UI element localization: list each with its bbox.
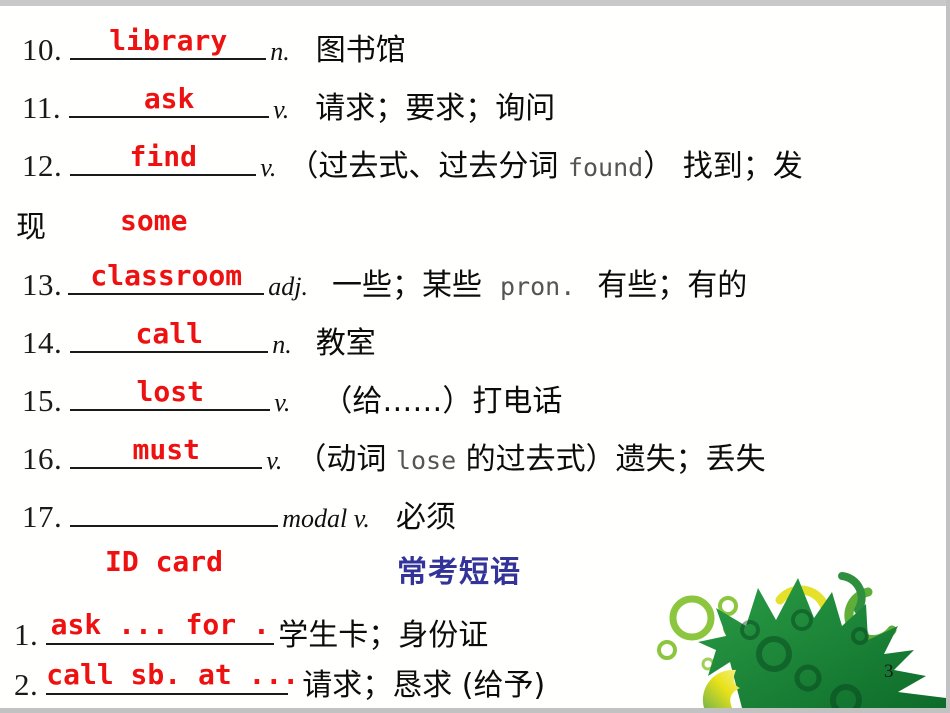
answer-blank[interactable]: lost bbox=[70, 375, 271, 411]
part-of-speech: v. bbox=[260, 153, 277, 182]
vocab-number: 17. bbox=[22, 499, 63, 534]
chinese-meaning: （给……）打电话 bbox=[322, 384, 563, 419]
vocab-entry-10: 10. library n. 图书馆 bbox=[22, 24, 406, 69]
part-of-speech: v. bbox=[273, 95, 290, 124]
chinese-meaning: 请求；恳求 (给予) bbox=[302, 668, 546, 703]
part-of-speech: modal v. bbox=[282, 504, 370, 533]
floating-answer-some: some bbox=[120, 204, 188, 237]
chinese-meaning-wrap: 现 bbox=[16, 210, 46, 245]
maple-leaf-decoration bbox=[657, 572, 946, 708]
answer-text: find bbox=[129, 140, 197, 173]
vocab-number: 11. bbox=[22, 90, 62, 125]
floating-answer-id-card: ID card bbox=[105, 545, 224, 578]
vocab-entry-13: 13. classroom adj. 一些；某些 pron. 有些；有的 bbox=[22, 259, 747, 304]
answer-blank[interactable]: must bbox=[70, 433, 263, 469]
part-of-speech: v. bbox=[266, 446, 283, 475]
slide-canvas: 10. library n. 图书馆 11. ask v. 请求；要求；询问 1… bbox=[0, 6, 946, 708]
accent-rings-icon bbox=[775, 572, 897, 647]
vocab-number: 16. bbox=[22, 441, 63, 476]
chinese-meaning: 图书馆 bbox=[315, 33, 406, 68]
chinese-meaning-pre: （动词 bbox=[296, 442, 396, 477]
answer-text: ask ... for . bbox=[50, 608, 270, 641]
answer-text: must bbox=[132, 433, 200, 466]
part-of-speech: n. bbox=[272, 330, 292, 359]
vocab-entry-17: 17. modal v. 必须 bbox=[22, 491, 456, 536]
answer-blank[interactable] bbox=[70, 491, 279, 527]
chinese-meaning: 学生卡；身份证 bbox=[278, 618, 489, 653]
chinese-meaning: 教室 bbox=[315, 326, 376, 361]
answer-text: call bbox=[135, 317, 203, 350]
answer-text: classroom bbox=[90, 259, 243, 292]
answer-text: call sb. at ... bbox=[46, 658, 300, 691]
chinese-meaning-pre: （过去式、过去分词 bbox=[288, 149, 568, 184]
leaf-surface-rings-icon bbox=[740, 609, 869, 708]
part-of-speech-2: pron. bbox=[499, 272, 576, 301]
part-of-speech: n. bbox=[270, 37, 290, 66]
answer-blank[interactable]: library bbox=[70, 24, 267, 60]
chinese-meaning: 必须 bbox=[395, 500, 456, 535]
answer-blank[interactable]: ask ... for . bbox=[46, 607, 275, 645]
english-inline-word: found bbox=[567, 153, 644, 182]
answer-blank[interactable]: classroom bbox=[68, 259, 265, 295]
english-inline-word: lose bbox=[395, 446, 457, 475]
phrase-number: 2. bbox=[14, 667, 39, 702]
chinese-meaning: 一些；某些 bbox=[331, 268, 482, 303]
answer-blank[interactable]: call sb. at ... bbox=[46, 657, 300, 695]
answer-text: library bbox=[109, 24, 228, 57]
vocab-entry-14: 14. call n. 教室 bbox=[22, 317, 376, 362]
presentation-slide: 10. library n. 图书馆 11. ask v. 请求；要求；询问 1… bbox=[0, 0, 950, 713]
chinese-meaning-2: 有些；有的 bbox=[597, 268, 748, 303]
vocab-number: 15. bbox=[22, 383, 63, 418]
section-heading-common-phrases: 常考短语 bbox=[397, 555, 521, 590]
vocab-entry-12: 12. find v. （过去式、过去分词 found） 找到；发 bbox=[22, 140, 803, 185]
answer-blank[interactable]: find bbox=[70, 140, 257, 176]
vocab-entry-11: 11. ask v. 请求；要求；询问 bbox=[22, 82, 555, 127]
answer-text: lost bbox=[136, 375, 204, 408]
vocab-number: 14. bbox=[22, 325, 63, 360]
slide-bottom-border bbox=[0, 708, 950, 713]
phrase-entry-2: 2. call sb. at ... 请求；恳求 (给予) bbox=[14, 657, 545, 704]
part-of-speech: adj. bbox=[268, 272, 308, 301]
leaf-highlight-icon bbox=[702, 669, 740, 708]
vocab-number: 12. bbox=[22, 148, 63, 183]
bubble-rings-icon bbox=[657, 595, 741, 671]
answer-text: ask bbox=[143, 82, 195, 115]
vocab-number: 10. bbox=[22, 32, 63, 67]
answer-blank[interactable]: call bbox=[70, 317, 269, 353]
chinese-meaning: 请求；要求；询问 bbox=[315, 91, 556, 126]
phrase-number: 1. bbox=[14, 617, 39, 652]
vocab-entry-15: 15. lost v. （给……）打电话 bbox=[22, 375, 562, 420]
answer-blank[interactable]: ask bbox=[69, 82, 270, 118]
phrase-entry-1: 1. ask ... for . 学生卡；身份证 bbox=[14, 607, 488, 654]
vocab-entry-16: 16. must v. （动词 lose 的过去式）遗失；丢失 bbox=[22, 433, 766, 478]
slide-right-border bbox=[946, 0, 950, 713]
vocab-number: 13. bbox=[22, 267, 63, 302]
chinese-meaning-post: 的过去式）遗失；丢失 bbox=[456, 442, 766, 477]
chinese-meaning-post: ） 找到；发 bbox=[643, 149, 803, 184]
slide-page-number: 3 bbox=[884, 661, 894, 682]
part-of-speech: v. bbox=[274, 388, 291, 417]
maple-leaf-icon bbox=[698, 578, 946, 708]
